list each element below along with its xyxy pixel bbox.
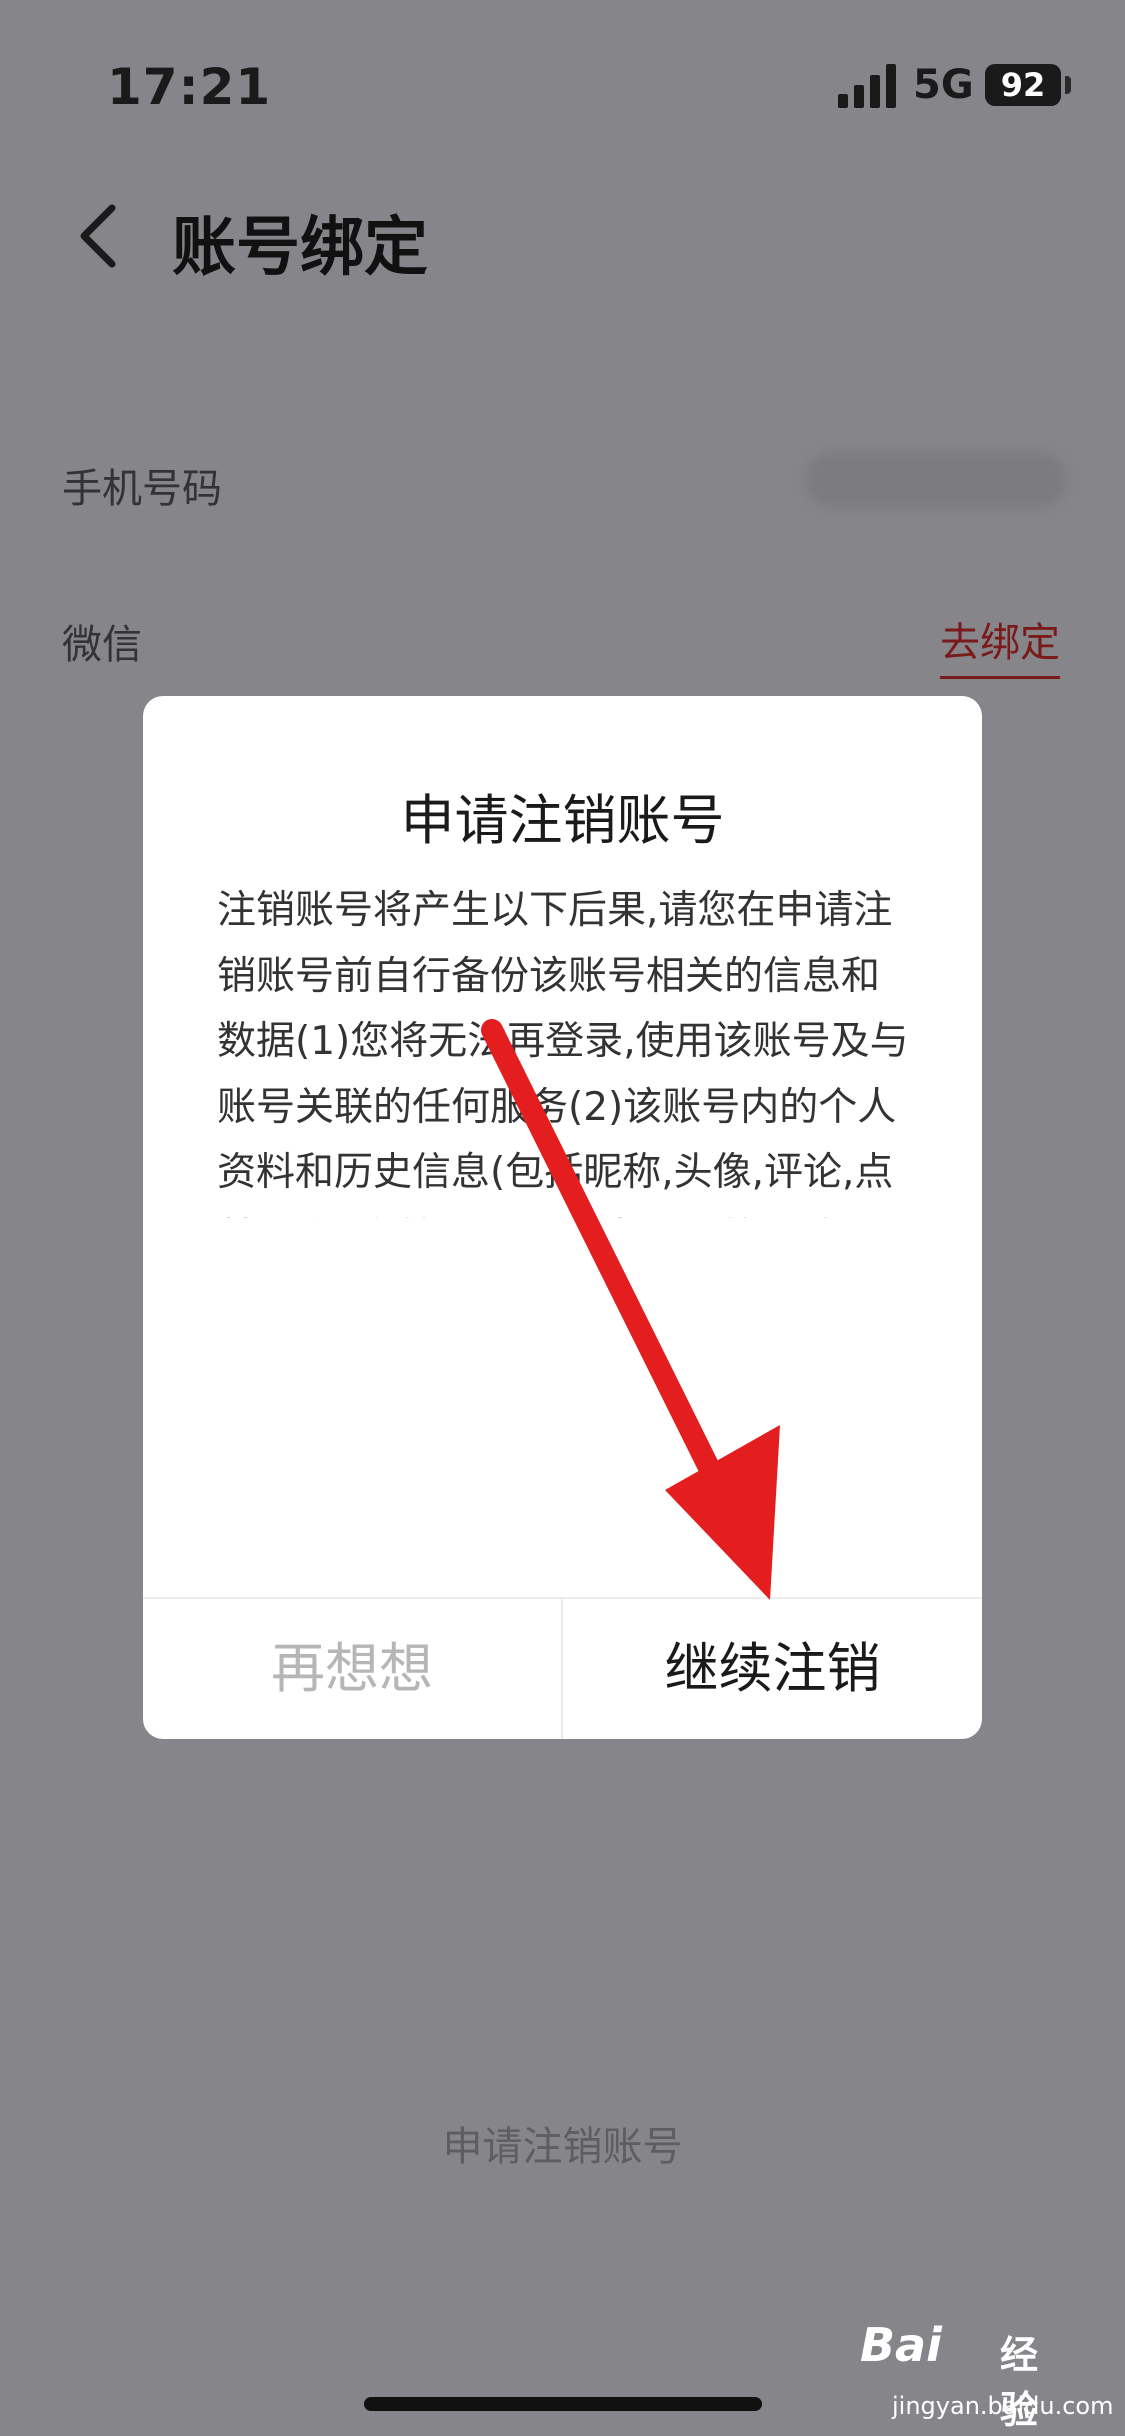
battery-tip [1065, 76, 1071, 94]
status-time: 17:21 [107, 58, 272, 116]
baidu-watermark: Bai 经验 [860, 2318, 1070, 2432]
screen: 17:21 5G 92 账号绑定 手机号码 微信 去绑定 申请注销账号 注销账号… [0, 0, 1125, 2436]
watermark-brand: Bai [860, 2318, 942, 2372]
phone-label: 手机号码 [62, 466, 222, 512]
signal-bars-icon [838, 64, 896, 108]
network-type: 5G [913, 62, 974, 108]
cancel-account-dialog: 申请注销账号 注销账号将产生以下后果,请您在申请注销账号前自行备份该账号相关的信… [143, 696, 982, 1739]
page-title: 账号绑定 [172, 211, 428, 285]
dialog-title: 申请注销账号 [400, 789, 725, 852]
watermark-url: jingyan.baidu.com [892, 2392, 1114, 2420]
home-indicator [364, 2397, 762, 2411]
chevron-left-icon[interactable] [70, 196, 130, 276]
continue-cancel-button[interactable]: 继续注销 [563, 1599, 982, 1739]
battery-indicator: 92 [985, 64, 1061, 106]
apply-cancel-account-link[interactable]: 申请注销账号 [0, 2114, 1125, 2172]
think-again-button[interactable]: 再想想 [143, 1599, 561, 1739]
wechat-label: 微信 [62, 622, 142, 668]
phone-value-blurred [806, 452, 1066, 508]
dialog-body: 注销账号将产生以下后果,请您在申请注销账号前自行备份该账号相关的信息和数据(1)… [217, 888, 909, 1218]
wechat-bind-link[interactable]: 去绑定 [940, 610, 1060, 679]
